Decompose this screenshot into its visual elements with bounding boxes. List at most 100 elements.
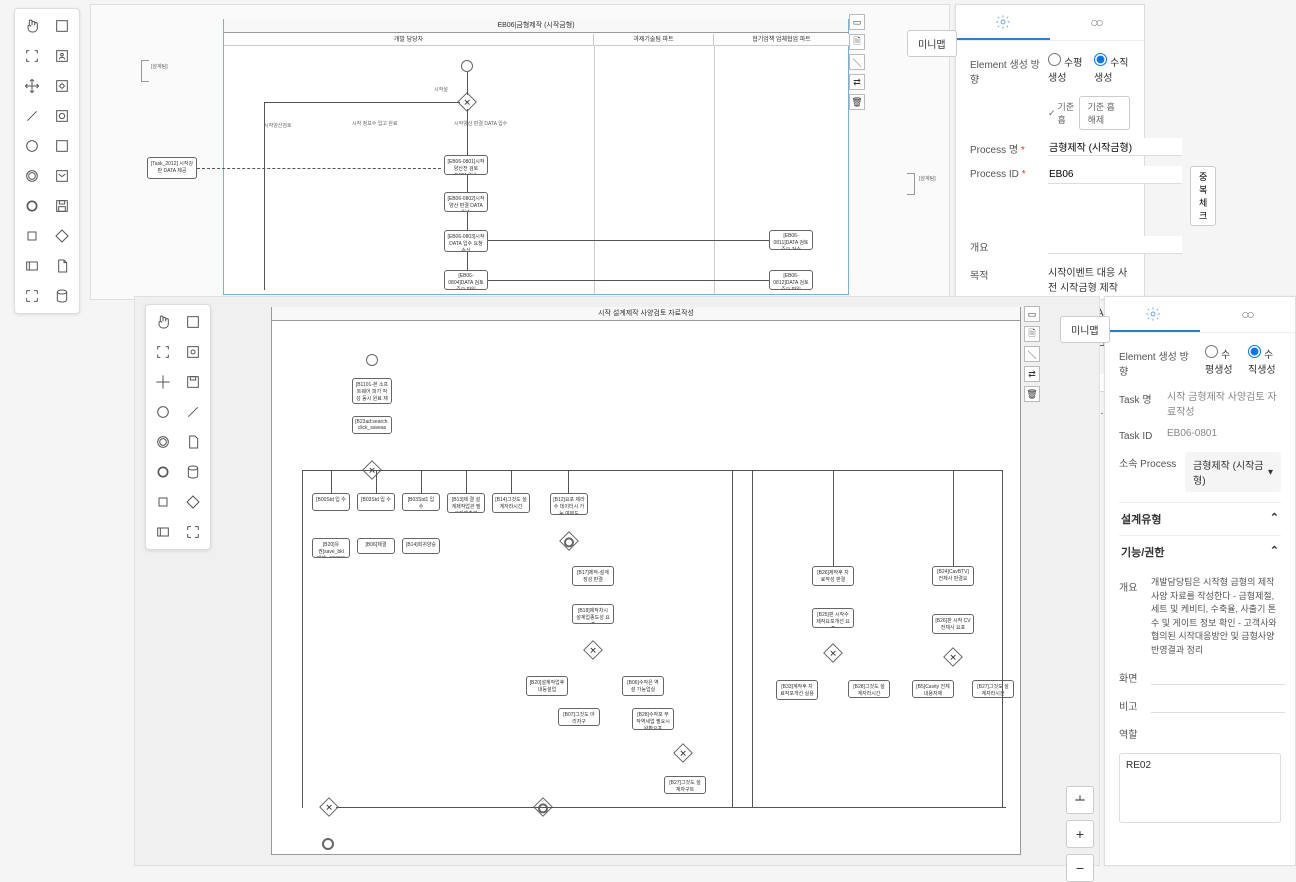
lasso-tool-icon[interactable] <box>19 43 45 69</box>
task-b4[interactable]: [B13]제 결 설계제작업관 필요자재출력 <box>447 493 485 513</box>
expand-icon-2[interactable] <box>180 519 206 545</box>
script-task-icon[interactable] <box>49 133 75 159</box>
task-b1[interactable]: [B00Std 입 수 <box>312 493 350 511</box>
pal-trash-icon-2[interactable]: 🗑 <box>1024 386 1040 402</box>
intermediate-event-icon-2[interactable] <box>150 429 176 455</box>
canvas-lower[interactable]: 시작 설계제작 사양검토 자료작성 [B1101-본 소프트웨어 파가 작성 동… <box>134 296 1100 866</box>
task-e6[interactable]: [B28]그것도 설계자라시간 <box>848 680 890 698</box>
task-eb06-6[interactable]: [EB06-0812]DATA 검토 중요 파일 <box>769 270 813 290</box>
task-e7[interactable]: [B5]Cavity 전체 내용자체 <box>912 680 954 698</box>
line-tool-icon-2[interactable] <box>180 399 206 425</box>
radio-vertical[interactable]: 수직생성 <box>1094 53 1130 84</box>
gateway-icon[interactable] <box>19 223 45 249</box>
proc-dropdown[interactable]: 금형제작 (시작금형) ▾ <box>1185 452 1281 492</box>
task-d5[interactable]: [B24]CavBTV] 전체사 판결요 <box>932 566 974 586</box>
task-e4[interactable]: [B28]수작포 부작역세업 필요시 완환요포 <box>632 708 674 730</box>
end-event-2[interactable] <box>322 838 334 850</box>
start-event-icon-2[interactable] <box>150 399 176 425</box>
service-task-icon[interactable] <box>49 73 75 99</box>
line-tool-icon[interactable] <box>19 103 45 129</box>
canvas-upper[interactable]: EB06|금형제작 (시작금형) 개발 담당자 과제기술팀 파트 협기업책 업체… <box>90 4 950 300</box>
section-func[interactable]: 기능/권한⌃ <box>1119 535 1281 568</box>
zoom-in-button[interactable]: + <box>1066 820 1094 848</box>
expand-icon[interactable] <box>19 283 45 309</box>
pal-line[interactable]: ＼ <box>849 54 865 70</box>
external-task[interactable]: [Task_2012] 시작강판 DATA 제공 <box>147 157 197 179</box>
gw-x4[interactable] <box>943 647 963 667</box>
section-design[interactable]: 설계유형⌃ <box>1119 502 1281 535</box>
task-eb06-3[interactable]: [EB06-0803]시작 DATA 입수 요청 수신 <box>444 230 488 252</box>
task-eb06-1[interactable]: [EB06-0801]시작양산전 검토 DATA 입수 <box>444 155 488 175</box>
end-event-icon[interactable] <box>19 193 45 219</box>
gw-x3[interactable] <box>823 643 843 663</box>
move-tool-icon-2[interactable] <box>150 369 176 395</box>
pal-doc-2[interactable]: 🗎 <box>1024 326 1040 342</box>
role-box[interactable]: RE02 <box>1119 753 1281 823</box>
pal-rect[interactable]: ▭ <box>849 14 865 30</box>
hand-tool-icon-2[interactable] <box>150 309 176 335</box>
task-b2[interactable]: [B03Std 입 수 <box>357 493 395 511</box>
task-eb06-4[interactable]: [EB06-0804]DATA 검토 중요 파일 <box>444 270 488 290</box>
diamond-icon-2[interactable] <box>180 489 206 515</box>
gw-x2[interactable] <box>583 640 603 660</box>
task-b5[interactable]: [B14]그것도 설계자라시간 <box>492 493 530 513</box>
task-d3[interactable]: [B26]제작후 자료작성 판결 <box>812 566 854 586</box>
diamond-icon[interactable] <box>49 223 75 249</box>
tab-properties-lower[interactable] <box>1105 297 1200 332</box>
tab-comments-lower[interactable] <box>1200 297 1295 332</box>
chk-close[interactable]: 기준 흡 해제 <box>1079 96 1130 130</box>
document-icon-2[interactable] <box>180 429 206 455</box>
tab-properties-upper[interactable] <box>956 5 1050 40</box>
task-c3[interactable]: [B14]회귀양승 <box>402 538 440 554</box>
hand-tool-icon[interactable] <box>19 13 45 39</box>
screen-input[interactable] <box>1151 667 1285 685</box>
save-icon-2[interactable] <box>180 369 206 395</box>
move-tool-icon[interactable] <box>19 73 45 99</box>
pool-icon[interactable] <box>19 253 45 279</box>
rect-tool-icon[interactable] <box>49 13 75 39</box>
task-e3[interactable]: [B06]수작은 역설 가능업실 <box>622 676 664 696</box>
document-icon[interactable] <box>49 253 75 279</box>
task-e1[interactable]: [B20]설계작업후 내등설업 <box>526 676 568 696</box>
chk-open[interactable]: ✓기준 흡 <box>1048 96 1075 130</box>
radio-horizontal-2[interactable]: 수평생성 <box>1205 345 1238 376</box>
pal-doc[interactable]: 🗎 <box>849 34 865 50</box>
pal-arrows-2[interactable]: ⇄ <box>1024 366 1040 382</box>
minimap-button-lower[interactable]: 미니맵 <box>1060 316 1110 343</box>
proc-name-input[interactable] <box>1048 138 1182 156</box>
save-icon[interactable] <box>49 193 75 219</box>
gear-task-icon-2[interactable] <box>180 339 206 365</box>
minimap-button-upper[interactable]: 미니맵 <box>907 30 957 57</box>
task-f1[interactable]: [B27]그것도 설계자구트 <box>664 776 706 794</box>
lasso-tool-icon-2[interactable] <box>150 339 176 365</box>
end-event-icon-2[interactable] <box>150 459 176 485</box>
gw-x5[interactable] <box>673 743 693 763</box>
overview-input[interactable] <box>1048 236 1182 254</box>
pal-arrows[interactable]: ⇄ <box>849 74 865 90</box>
pool-lower[interactable]: 시작 설계제작 사양검토 자료작성 [B1101-본 소프트웨어 파가 작성 동… <box>271 307 1021 855</box>
task-e2[interactable]: [B07]그것도 야리자구 <box>558 708 600 726</box>
data-store-icon[interactable] <box>49 283 75 309</box>
tab-comments-upper[interactable] <box>1050 5 1144 40</box>
rect-tool-icon-2[interactable] <box>180 309 206 335</box>
task-e5[interactable]: [B33]계작후 자료작포개선 실용 <box>776 680 818 700</box>
task-eb06-5[interactable]: [EB06-0811]DATA 검토 중요 검수 <box>769 230 813 250</box>
radio-horizontal[interactable]: 수평생성 <box>1048 53 1084 84</box>
task-c2[interactable]: [B06]제결 <box>357 538 395 554</box>
start-event-icon[interactable] <box>19 133 45 159</box>
memo-input[interactable] <box>1151 695 1285 713</box>
proc-id-input[interactable] <box>1048 166 1182 184</box>
task-b3[interactable]: [B03Std1 입 수 <box>402 493 440 511</box>
task-start-2[interactable]: [B23ad:search. click_saveas <box>352 416 392 434</box>
task-d4[interactable]: [B25]판 시작수 제작요포개선 요포 <box>812 608 854 628</box>
task-c1[interactable]: [B20]유권]save_bkl click_saveas <box>312 538 350 558</box>
task-e8[interactable]: [B27]그것도 설계자라시간 <box>972 680 1014 698</box>
start-event[interactable] <box>461 60 473 72</box>
pal-rect-2[interactable]: ▭ <box>1024 306 1040 322</box>
gw-o1[interactable] <box>559 531 579 551</box>
data-store-icon-2[interactable] <box>180 459 206 485</box>
pal-line-2[interactable]: ＼ <box>1024 346 1040 362</box>
task-start-1[interactable]: [B1101-본 소프트웨어 파가 작성 동시 원료 제작 수정 수] <box>352 378 392 404</box>
dup-check-button[interactable]: 중복체크 <box>1190 166 1216 226</box>
user-task-icon[interactable] <box>49 43 75 69</box>
